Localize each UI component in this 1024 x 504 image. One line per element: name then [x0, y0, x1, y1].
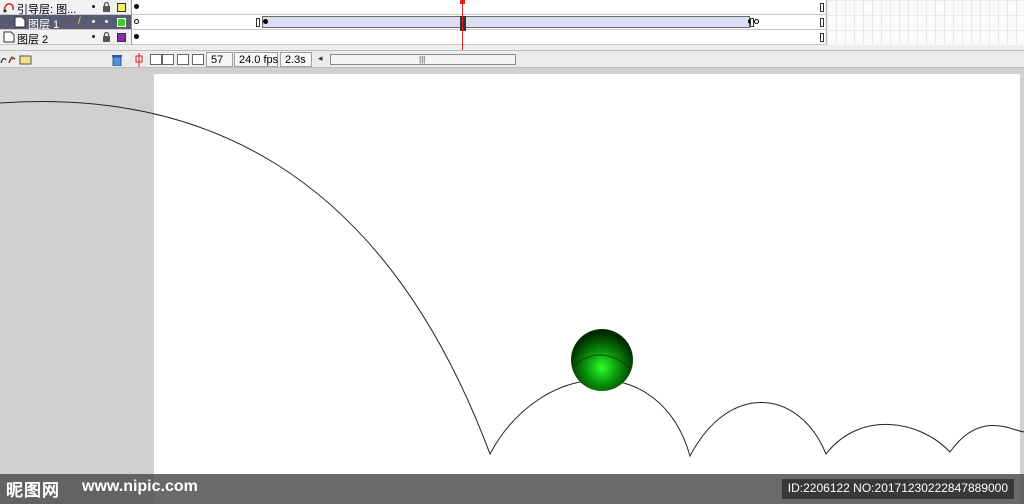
frames-grid-empty[interactable] [826, 0, 1024, 45]
playhead-line [462, 0, 463, 55]
pencil-icon: / [78, 16, 81, 27]
layer-row-guide[interactable]: 引导层: 图... [0, 0, 131, 16]
motion-tween-span[interactable] [262, 16, 750, 28]
frame-row-1[interactable] [132, 15, 826, 31]
end-frame[interactable] [256, 18, 260, 27]
onion-skin-icon[interactable] [150, 54, 162, 65]
keyframe[interactable] [134, 4, 139, 9]
trash-icon[interactable] [112, 54, 122, 66]
watermark-id: ID:2206122 NO:20171230222847889000 [781, 479, 1014, 499]
timeline-horizontal-scrollbar[interactable]: ||| [330, 54, 516, 65]
timeline-panel: 引导层: 图... 图层 1 / 图层 2 57 24.0 fps 2.3s ◂… [0, 0, 1024, 68]
watermark-site: www.nipic.com [82, 478, 198, 495]
outline-color-swatch[interactable] [117, 33, 126, 42]
center-frame-icon[interactable] [134, 53, 144, 67]
edit-multiple-frames-icon[interactable] [177, 54, 189, 65]
end-frame[interactable] [820, 3, 824, 12]
motion-guide-icon [3, 3, 14, 13]
add-layer-icon[interactable] [0, 54, 32, 66]
onion-skin-outlines-icon[interactable] [162, 54, 174, 65]
elapsed-time-field: 2.3s [280, 52, 312, 67]
layer-page-icon [14, 16, 26, 28]
pasteboard[interactable] [0, 70, 1024, 504]
frame-row-2[interactable] [132, 30, 826, 45]
timeline-status-bar: 57 24.0 fps 2.3s ◂ ||| [0, 50, 1024, 68]
scrollbar-grip-icon[interactable]: ||| [419, 55, 425, 64]
lock-icon[interactable] [102, 32, 111, 42]
frame-row-guide[interactable] [132, 0, 826, 15]
layer-name: 图层 2 [17, 34, 49, 46]
current-frame-field: 57 [206, 52, 233, 67]
current-frame-marker [460, 16, 466, 31]
lock-toggle[interactable] [105, 20, 108, 23]
visibility-toggle[interactable] [92, 20, 95, 23]
frame-rate-field[interactable]: 24.0 fps [234, 52, 278, 67]
green-ball-symbol[interactable] [571, 329, 633, 391]
frames-grid[interactable] [131, 0, 826, 45]
outline-color-swatch[interactable] [117, 18, 126, 27]
watermark-logo: 昵图网 [6, 481, 60, 500]
visibility-toggle[interactable] [92, 5, 95, 8]
keyframe[interactable] [134, 34, 139, 39]
end-frame[interactable] [820, 18, 824, 27]
layer-page-icon [3, 31, 15, 43]
lock-icon[interactable] [102, 2, 111, 12]
layer-row-1[interactable]: 图层 1 / [0, 15, 131, 31]
keyframe[interactable] [263, 19, 268, 24]
blank-keyframe[interactable] [754, 19, 759, 24]
motion-guide-layer [0, 101, 1024, 458]
visibility-toggle[interactable] [92, 35, 95, 38]
end-frame[interactable] [820, 33, 824, 42]
blank-keyframe[interactable] [134, 19, 139, 24]
modify-onion-markers-icon[interactable] [192, 54, 204, 65]
layer-row-2[interactable]: 图层 2 [0, 30, 131, 46]
watermark-bar: 昵图网 www.nipic.com ID:2206122 NO:20171230… [0, 474, 1024, 504]
outline-color-swatch[interactable] [117, 3, 126, 12]
motion-guide-path[interactable] [0, 101, 1024, 458]
scroll-left-arrow-icon[interactable]: ◂ [318, 53, 323, 64]
